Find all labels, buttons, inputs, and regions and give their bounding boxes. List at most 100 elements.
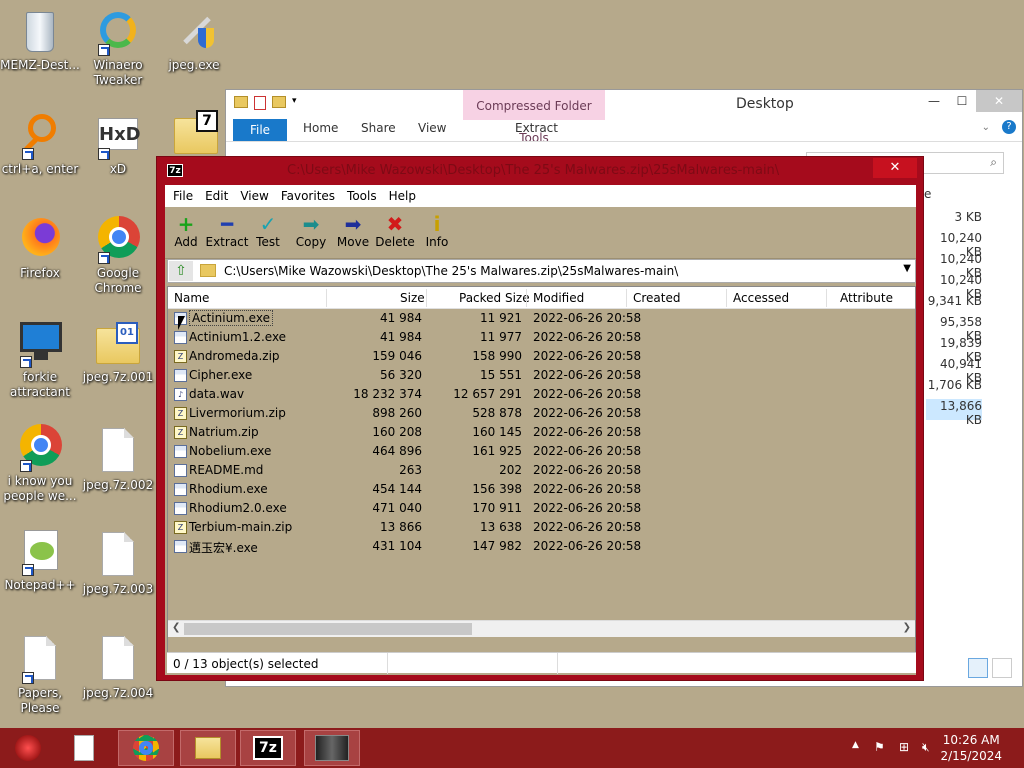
file-name[interactable]: Terbium-main.zip — [189, 520, 292, 534]
table-row[interactable]: Cipher.exe 56 320 15 551 2022-06-26 20:58 — [168, 366, 915, 385]
start-button[interactable] — [0, 730, 56, 766]
volume-muted-icon[interactable]: 🔇︎ — [922, 740, 930, 755]
desktop-icon-jpeg-exe[interactable]: jpeg.exe — [154, 8, 234, 73]
large-icons-view-icon[interactable] — [992, 658, 1012, 678]
desktop-icon-papers-please[interactable]: Papers, Please — [0, 636, 80, 716]
file-name[interactable]: Rhodium.exe — [189, 482, 268, 496]
column-size[interactable]: Size — [400, 291, 425, 305]
explorer-titlebar[interactable]: ▾ Compressed Folder Tools Desktop — ☐ ✕ — [226, 90, 1022, 145]
network-icon[interactable]: ⊞ — [899, 740, 909, 754]
copy-button[interactable]: ➡ Copy — [288, 213, 334, 249]
tab-share[interactable]: Share — [361, 121, 396, 135]
file-name[interactable]: Livermorium.zip — [189, 406, 286, 420]
desktop-icon-firefox[interactable]: Firefox — [0, 216, 80, 281]
extract-button[interactable]: ━ Extract — [204, 213, 250, 249]
desktop-icon-forkie[interactable]: forkie attractant — [0, 320, 80, 400]
file-name[interactable]: Rhodium2.0.exe — [189, 501, 287, 515]
taskbar-file[interactable] — [56, 730, 112, 766]
desktop-icon-ctrl-a[interactable]: ctrl+a, enter — [0, 112, 80, 177]
desktop-icon-i-know-you[interactable]: i know you people we... — [0, 424, 80, 504]
table-row[interactable]: Z Natrium.zip 160 208 160 145 2022-06-26 20:… — [168, 423, 915, 442]
test-button[interactable]: ✓ Test — [245, 213, 291, 249]
quick-access-toolbar[interactable]: ▾ — [234, 96, 297, 110]
file-name[interactable]: 邁玉宏¥.exe — [189, 539, 258, 556]
menu-tools[interactable]: Tools — [343, 189, 385, 203]
tab-home[interactable]: Home — [303, 121, 338, 135]
system-clock[interactable]: 10:26 AM 2/15/2024 — [940, 732, 1002, 764]
desktop-icon-jpeg-7z-003[interactable]: jpeg.7z.003 — [78, 532, 158, 597]
tab-file[interactable]: File — [233, 119, 287, 141]
add-button[interactable]: + Add — [163, 213, 209, 249]
details-view-icon[interactable] — [968, 658, 988, 678]
column-attributes[interactable]: Attribute — [840, 291, 893, 305]
column-divider[interactable] — [626, 289, 627, 307]
column-divider[interactable] — [326, 289, 327, 307]
file-name[interactable]: README.md — [189, 463, 263, 477]
desktop-icon-chrome[interactable]: Google Chrome — [78, 216, 158, 296]
desktop-icon-winaero[interactable]: Winaero Tweaker — [78, 8, 158, 88]
maximize-button[interactable]: ☐ — [948, 90, 976, 112]
table-row[interactable]: Rhodium2.0.exe 471 040 170 911 2022-06-26 2… — [168, 499, 915, 518]
file-name[interactable]: Natrium.zip — [189, 425, 259, 439]
menu-edit[interactable]: Edit — [201, 189, 236, 203]
file-name[interactable]: Actinium1.2.exe — [189, 330, 286, 344]
minimize-button[interactable]: — — [920, 90, 948, 112]
seven-zip-window[interactable]: 7z C:\Users\Mike Wazowski\Desktop\The 25… — [156, 156, 924, 681]
delete-button[interactable]: ✖ Delete — [372, 213, 418, 249]
action-center-flag-icon[interactable]: ⚑ — [874, 740, 885, 754]
scroll-right-icon[interactable]: ❯ — [903, 622, 911, 633]
chevron-down-icon[interactable]: ▼ — [903, 263, 911, 274]
address-bar[interactable]: ⇧ C:\Users\Mike Wazowski\Desktop\The 25'… — [167, 259, 916, 283]
properties-icon[interactable] — [254, 96, 266, 110]
table-row[interactable]: Actinium1.2.exe 41 984 11 977 2022-06-26 20… — [168, 328, 915, 347]
desktop-icon-jpeg-7z-001[interactable]: 01 jpeg.7z.001 — [78, 320, 158, 385]
desktop-icon-jpeg-7z-004[interactable]: jpeg.7z.004 — [78, 636, 158, 701]
file-name[interactable]: Andromeda.zip — [189, 349, 280, 363]
table-row[interactable]: README.md 263 202 2022-06-26 20:58 — [168, 461, 915, 480]
table-row[interactable]: Z Andromeda.zip 159 046 158 990 2022-06-26 2… — [168, 347, 915, 366]
chevron-down-icon[interactable]: ⌄ — [982, 122, 990, 133]
desktop-icon-xd[interactable]: HxD xD — [78, 112, 158, 177]
new-folder-icon[interactable] — [272, 96, 286, 108]
help-icon[interactable]: ? — [1002, 120, 1016, 134]
scrollbar-thumb[interactable] — [184, 623, 472, 635]
column-divider[interactable] — [726, 289, 727, 307]
close-button[interactable]: ✕ — [976, 90, 1022, 112]
desktop-icon-7z-folder[interactable]: 7 — [156, 110, 236, 160]
menu-view[interactable]: View — [236, 189, 276, 203]
file-list[interactable]: Name Size Packed Size Modified Created A… — [167, 286, 916, 658]
taskbar-file-explorer[interactable] — [180, 730, 236, 766]
file-name[interactable]: Nobelium.exe — [189, 444, 271, 458]
column-name[interactable]: Name — [174, 291, 209, 305]
address-path[interactable]: C:\Users\Mike Wazowski\Desktop\The 25's … — [224, 264, 678, 278]
seven-zip-titlebar[interactable]: 7z C:\Users\Mike Wazowski\Desktop\The 25… — [157, 157, 923, 184]
folder-icon[interactable] — [234, 96, 248, 108]
column-accessed[interactable]: Accessed — [733, 291, 789, 305]
tab-extract[interactable]: Extract — [515, 121, 558, 135]
move-button[interactable]: ➡ Move — [330, 213, 376, 249]
table-row[interactable]: Actinium.exe 41 984 11 921 2022-06-26 20:58 — [168, 309, 915, 328]
file-name[interactable]: Cipher.exe — [189, 368, 252, 382]
chevron-down-icon[interactable]: ▾ — [292, 96, 297, 110]
table-row[interactable]: 邁玉宏¥.exe 431 104 147 982 2022-06-26 20:58 — [168, 537, 915, 556]
up-folder-icon[interactable]: ⇧ — [169, 261, 193, 281]
compressed-folder-tools-tab[interactable]: Compressed Folder Tools — [463, 90, 605, 145]
column-divider[interactable] — [426, 289, 427, 307]
tab-view[interactable]: View — [418, 121, 446, 135]
show-hidden-icons-chevron-icon[interactable]: ▲ — [852, 740, 859, 750]
close-button[interactable]: ✕ — [873, 158, 917, 178]
menu-favorites[interactable]: Favorites — [277, 189, 343, 203]
info-button[interactable]: i Info — [414, 213, 460, 249]
column-created[interactable]: Created — [633, 291, 681, 305]
taskbar-7zip[interactable]: 7z — [240, 730, 296, 766]
menu-file[interactable]: File — [169, 189, 201, 203]
menu-help[interactable]: Help — [385, 189, 424, 203]
column-modified[interactable]: Modified — [533, 291, 584, 305]
column-packed-size[interactable]: Packed Size — [459, 291, 530, 305]
file-name[interactable]: data.wav — [189, 387, 244, 401]
desktop-icon-recycle-bin[interactable]: MEMZ-Dest... — [0, 8, 80, 73]
table-row[interactable]: Z Livermorium.zip 898 260 528 878 2022-06-26… — [168, 404, 915, 423]
table-row[interactable]: Rhodium.exe 454 144 156 398 2022-06-26 20:5… — [168, 480, 915, 499]
table-row[interactable]: Z Terbium-main.zip 13 866 13 638 2022-06-26 … — [168, 518, 915, 537]
table-row[interactable]: Nobelium.exe 464 896 161 925 2022-06-26 20:… — [168, 442, 915, 461]
